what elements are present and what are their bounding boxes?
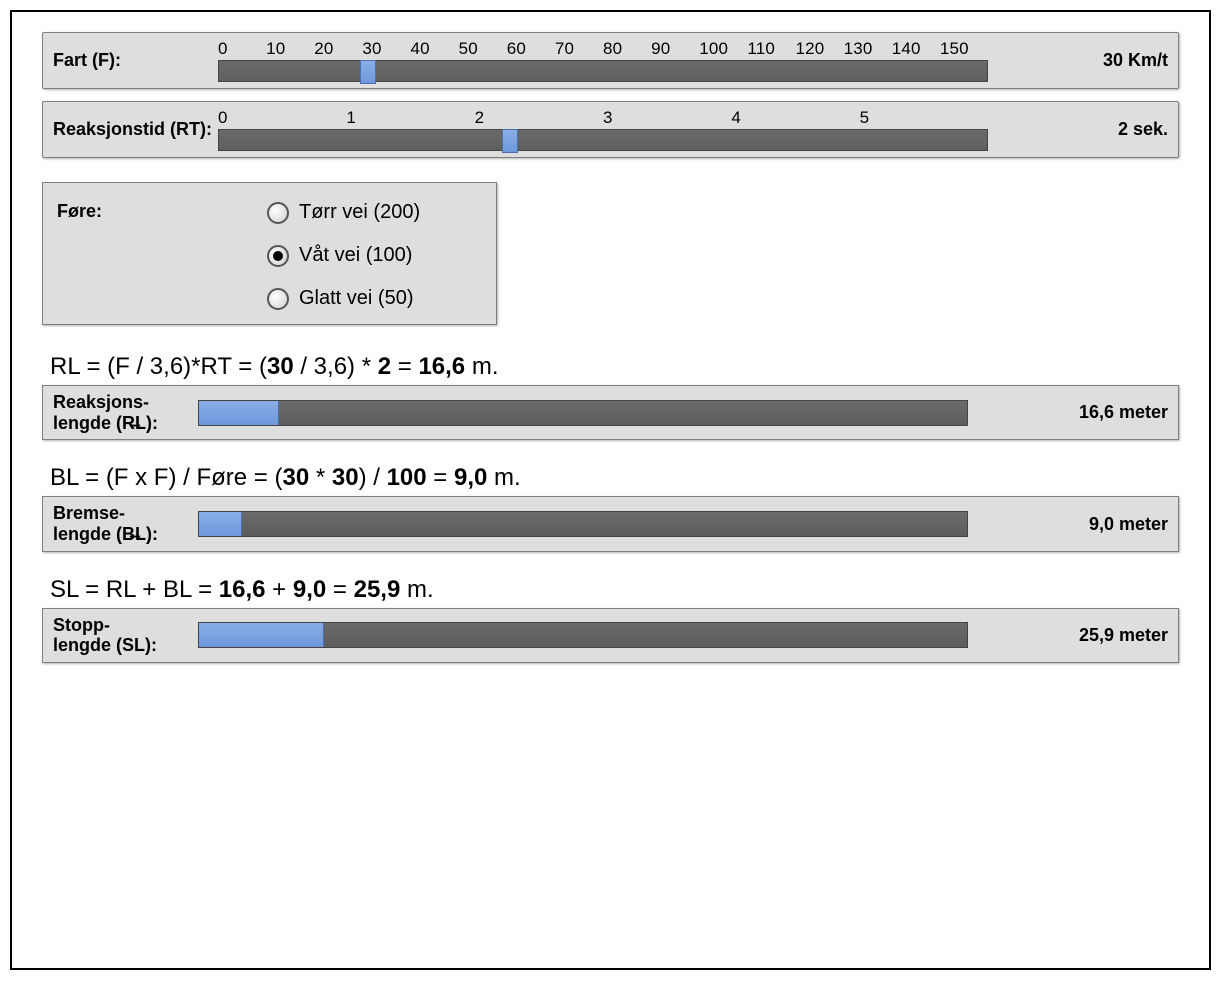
fart-value: 30 Km/t	[1091, 50, 1168, 71]
fart-tick: 40	[411, 39, 459, 59]
rl-bar-label: Reaksjons-lengde (R̶L):	[53, 392, 198, 433]
fore-panel: Føre: Tørr vei (200) Våt vei (100) Glatt v…	[42, 182, 497, 325]
radio-icon[interactable]	[267, 202, 289, 224]
page-frame: Fart (F): 010203040506070809010011012013…	[10, 10, 1211, 970]
fart-tick: 70	[555, 39, 603, 59]
rl-bar-track	[198, 400, 968, 426]
rt-tick: 2	[475, 108, 603, 128]
rl-formula: RL = (F / 3,6)*RT = (30 / 3,6) * 2 = 16,…	[50, 353, 1179, 381]
fart-tick: 20	[314, 39, 362, 59]
bl-formula: BL = (F x F) / Føre = (30 * 30) / 100 = …	[50, 464, 1179, 492]
bl-bar-value: 9,0 meter	[1077, 514, 1168, 535]
fore-option[interactable]: Glatt vei (50)	[267, 287, 420, 310]
fart-tick: 0	[218, 39, 266, 59]
sl-bar-track	[198, 622, 968, 648]
rl-formula-text: RL = (F / 3,6)*RT = (	[50, 353, 267, 380]
fore-option-label: Glatt vei (50)	[299, 287, 413, 310]
fart-slider-col: 0102030405060708090100110120130140150	[218, 39, 1091, 82]
rt-tick: 4	[731, 108, 859, 128]
radio-icon[interactable]	[267, 245, 289, 267]
radio-icon[interactable]	[267, 288, 289, 310]
fart-tick: 150	[940, 39, 988, 59]
sl-bar-fill	[199, 623, 324, 647]
sl-formula: SL = RL + BL = 16,6 + 9,0 = 25,9 m.	[50, 576, 1179, 604]
fart-panel: Fart (F): 010203040506070809010011012013…	[42, 32, 1179, 89]
rt-thumb[interactable]	[502, 129, 518, 153]
fart-ticks: 0102030405060708090100110120130140150	[218, 39, 988, 59]
bl-bar-label: Bremse-lengde (B̶L):	[53, 503, 198, 544]
rt-slider-col: 012345	[218, 108, 1106, 151]
fart-tick: 30	[362, 39, 410, 59]
fart-tick: 10	[266, 39, 314, 59]
fart-tick: 140	[892, 39, 940, 59]
fart-track[interactable]	[218, 60, 988, 82]
rt-tick: 5	[860, 108, 988, 128]
fart-tick: 90	[651, 39, 699, 59]
rl-result: 16,6	[418, 353, 465, 380]
rt-panel: Reaksjonstid (RT): 012345 2 sek.	[42, 101, 1179, 158]
fart-label: Fart (F):	[53, 50, 218, 71]
rt-track[interactable]	[218, 129, 988, 151]
bl-bar-fill	[199, 512, 242, 536]
fore-option[interactable]: Tørr vei (200)	[267, 201, 420, 224]
sl-bar-value: 25,9 meter	[1067, 625, 1168, 646]
rt-tick: 0	[218, 108, 346, 128]
fart-tick: 60	[507, 39, 555, 59]
sl-bar-label: Stopp-lengde (SL):	[53, 615, 198, 656]
rl-F: 30	[267, 353, 294, 380]
fore-option-label: Våt vei (100)	[299, 244, 412, 267]
rt-tick: 3	[603, 108, 731, 128]
rl-bar-panel: Reaksjons-lengde (R̶L): 16,6 meter	[42, 385, 1179, 440]
fore-options: Tørr vei (200) Våt vei (100) Glatt vei (50…	[267, 201, 420, 310]
fore-option-label: Tørr vei (200)	[299, 201, 420, 224]
fart-tick: 110	[747, 39, 795, 59]
fart-tick: 100	[699, 39, 747, 59]
rt-value: 2 sek.	[1106, 119, 1168, 140]
rt-label: Reaksjonstid (RT):	[53, 119, 218, 140]
rl-bar-fill	[199, 401, 279, 425]
fart-tick: 80	[603, 39, 651, 59]
fart-thumb[interactable]	[360, 60, 376, 84]
sl-bar-panel: Stopp-lengde (SL): 25,9 meter	[42, 608, 1179, 663]
fart-tick: 130	[844, 39, 892, 59]
fore-label: Føre:	[57, 201, 267, 310]
fore-option[interactable]: Våt vei (100)	[267, 244, 420, 267]
rl-RT: 2	[378, 353, 391, 380]
fart-tick: 50	[459, 39, 507, 59]
bl-bar-panel: Bremse-lengde (B̶L): 9,0 meter	[42, 496, 1179, 551]
rl-bar-value: 16,6 meter	[1067, 402, 1168, 423]
fart-tick: 120	[796, 39, 844, 59]
rt-ticks: 012345	[218, 108, 988, 128]
bl-bar-track	[198, 511, 968, 537]
rt-tick: 1	[346, 108, 474, 128]
